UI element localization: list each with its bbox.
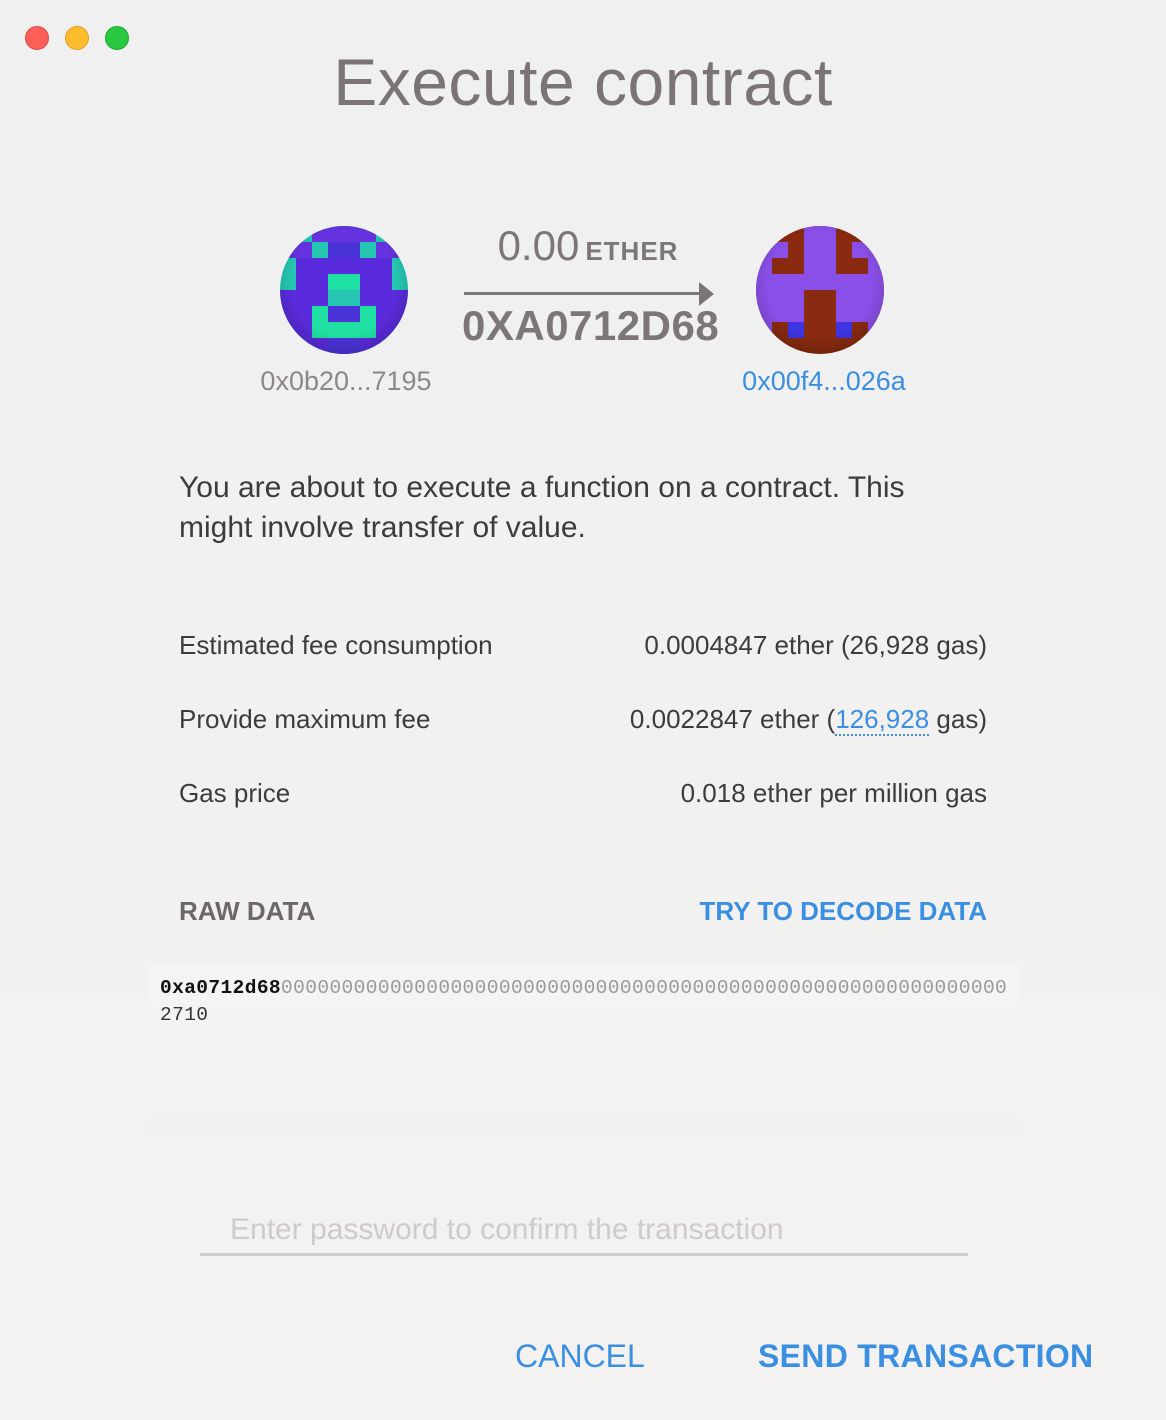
dialog-window: Execute contract 0x0b20...7195 0.00 ETHER (0, 0, 1166, 1420)
raw-data-tail: 2710 (160, 1004, 209, 1026)
raw-data-box[interactable]: 0xa0712d68000000000000000000000000000000… (148, 963, 1020, 1138)
amount-unit: ETHER (585, 236, 679, 266)
send-transaction-button[interactable]: SEND TRANSACTION (758, 1338, 1093, 1375)
raw-data-label: RAW DATA (179, 896, 316, 926)
raw-data-zeros: 0000000000000000000000000000000000000000… (281, 977, 1008, 999)
amount-value: 0.00 (497, 222, 580, 269)
password-input[interactable] (200, 1206, 968, 1256)
transfer-amount: 0.00 ETHER (462, 222, 714, 270)
raw-data-selector: 0xa0712d68 (160, 977, 282, 999)
transfer-arrow-icon (464, 292, 700, 295)
from-identicon-icon (280, 226, 408, 354)
to-identicon-icon (756, 226, 884, 354)
page-title: Execute contract (333, 45, 833, 119)
raw-data-text: 0xa0712d68000000000000000000000000000000… (160, 975, 1008, 1029)
estimated-fee-label: Estimated fee consumption (179, 630, 493, 660)
gas-price-label: Gas price (179, 778, 291, 808)
maximum-fee-value: 0.0022847 ether (126,928 gas) (629, 704, 987, 736)
maximum-fee-suffix: gas) (929, 704, 987, 734)
estimated-fee-value: 0.0004847 ether (26,928 gas) (644, 630, 987, 660)
description-text: You are about to execute a function on a… (179, 471, 905, 544)
maximum-fee-prefix: 0.0022847 ether ( (629, 704, 836, 734)
function-selector: 0XA0712D68 (462, 302, 720, 349)
gas-limit-edit-link[interactable]: 126,928 (835, 704, 930, 736)
from-address: 0x0b20...7195 (260, 366, 432, 396)
decode-data-button[interactable]: TRY TO DECODE DATA (700, 896, 987, 927)
gas-price-value: 0.018 ether per million gas (680, 778, 987, 808)
maximum-fee-label: Provide maximum fee (179, 704, 431, 734)
cancel-button[interactable]: CANCEL (515, 1338, 645, 1375)
to-address-link[interactable]: 0x00f4...026a (694, 366, 954, 397)
